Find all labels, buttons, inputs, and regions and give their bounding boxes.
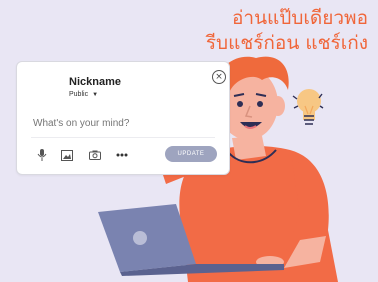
update-button[interactable]: UPDATE xyxy=(165,146,217,162)
headline-line-2: รีบแชร์ก่อน แชร์เก่ง xyxy=(205,32,368,54)
headline-line-1: อ่านแป๊บเดียวพอ xyxy=(231,7,368,29)
lightbulb-icon xyxy=(292,89,324,125)
divider xyxy=(31,137,215,138)
headline: อ่านแป๊บเดียวพอ รีบแชร์ก่อน แชร์เก่ง xyxy=(206,6,368,56)
post-input[interactable] xyxy=(33,118,219,129)
close-icon[interactable]: × xyxy=(212,70,226,84)
camera-icon[interactable] xyxy=(88,148,102,162)
caret-down-icon: ▼ xyxy=(92,91,99,98)
nickname: Nickname xyxy=(69,76,121,88)
privacy-label: Public xyxy=(69,91,89,98)
image-icon[interactable] xyxy=(60,148,74,162)
post-card: Nickname Public ▼ × UPDATE xyxy=(16,61,230,175)
more-icon[interactable] xyxy=(115,148,129,162)
privacy-selector[interactable]: Public ▼ xyxy=(69,91,98,98)
microphone-icon[interactable] xyxy=(35,148,49,162)
